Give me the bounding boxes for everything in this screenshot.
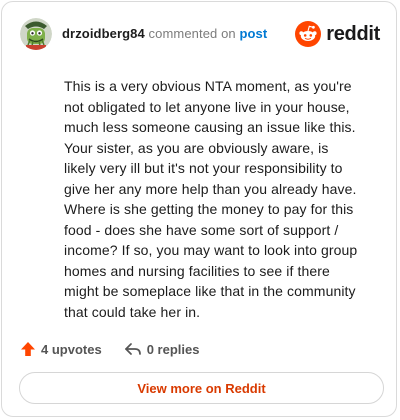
upvotes-count: 4 upvotes [41, 341, 102, 357]
comment-header: drzoidberg84 commented on post reddit [20, 18, 380, 50]
comment-body: This is a very obvious NTA moment, as yo… [64, 78, 358, 320]
comment-stats: 4 upvotes 0 replies [20, 338, 199, 360]
post-link[interactable]: post [239, 26, 267, 41]
user-avatar-icon[interactable] [20, 18, 52, 50]
view-more-button[interactable]: View more on Reddit [19, 372, 384, 404]
replies-stat[interactable]: 0 replies [124, 341, 200, 357]
commented-on-text: commented on [148, 26, 236, 41]
reddit-wordmark: reddit [326, 22, 380, 45]
username-link[interactable]: drzoidberg84 [62, 26, 145, 41]
upvote-arrow-icon [21, 342, 35, 356]
reddit-logo-icon [295, 21, 322, 47]
reddit-brand[interactable]: reddit [295, 18, 380, 50]
upvotes-stat[interactable]: 4 upvotes [20, 341, 102, 357]
comment-meta: drzoidberg84 commented on post [62, 26, 267, 42]
comment-embed-card: drzoidberg84 commented on post reddit Th… [1, 1, 397, 417]
replies-count: 0 replies [146, 341, 200, 357]
reply-arrow-icon [124, 343, 141, 355]
